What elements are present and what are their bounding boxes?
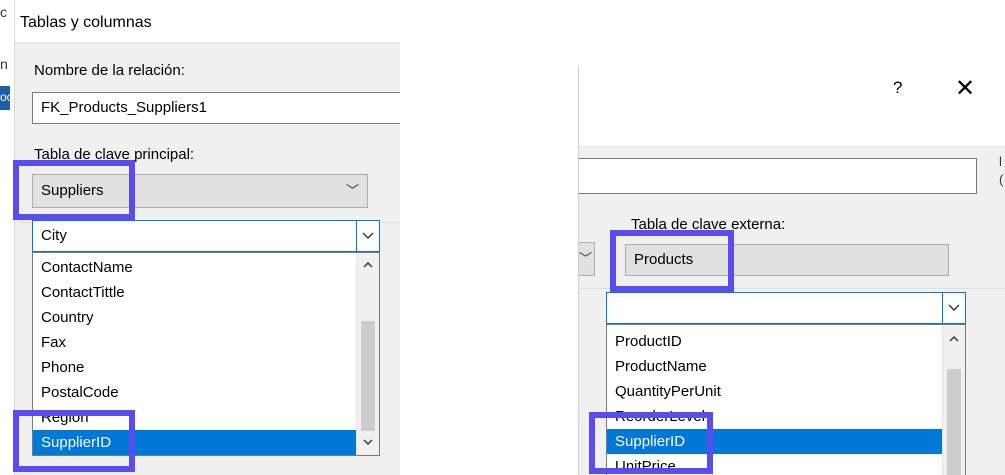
list-item[interactable]: PostalCode — [33, 380, 379, 405]
list-item[interactable]: Fax — [33, 330, 379, 355]
dialog-title: Tablas y columnas — [20, 14, 152, 31]
edge-fragment: n — [0, 56, 8, 72]
chevron-down-icon: ﹀ — [345, 183, 359, 198]
background-window-edge: c n oc — [0, 0, 15, 475]
chevron-up-icon[interactable] — [943, 329, 965, 349]
left-dialog-crop: c n oc Tablas y columnas Nombre de la re… — [0, 0, 400, 475]
chevron-up-icon[interactable] — [357, 255, 379, 275]
foreign-column-combo[interactable] — [606, 292, 966, 324]
highlight-box-foreign-column — [589, 412, 713, 474]
list-scrollbar[interactable] — [942, 325, 965, 475]
right-dialog-crop: ? ✕ l ( ﹀ Tabla de clave externa: Produc… — [578, 66, 1005, 475]
chevron-down-icon: ﹀ — [578, 251, 592, 266]
edge-fragment: c — [0, 4, 7, 20]
close-button[interactable]: ✕ — [955, 74, 975, 103]
highlight-box-foreign-table — [610, 230, 734, 292]
list-scrollbar[interactable] — [356, 253, 379, 455]
edge-selection-fragment: oc — [0, 86, 13, 110]
chevron-down-icon[interactable] — [942, 293, 965, 323]
list-item[interactable]: ProductID — [607, 329, 965, 354]
chevron-down-icon[interactable] — [357, 433, 379, 453]
list-item[interactable]: ProductName — [607, 354, 965, 379]
relation-name-label: Nombre de la relación: — [34, 62, 185, 79]
right-dialog-header-area — [579, 110, 1005, 146]
primary-table-combo-continued[interactable]: ﹀ — [579, 242, 595, 276]
list-item[interactable]: QuantityPerUnit — [607, 379, 965, 404]
list-item[interactable]: Country — [33, 305, 379, 330]
list-item[interactable]: Phone — [33, 355, 379, 380]
primary-column-value: City — [41, 227, 67, 244]
scrollbar-thumb[interactable] — [947, 369, 961, 475]
help-button[interactable]: ? — [893, 78, 902, 98]
edge-fragment: oc — [0, 90, 13, 104]
list-item[interactable]: ContactTittle — [33, 280, 379, 305]
divider — [579, 146, 1005, 147]
chevron-down-icon[interactable] — [356, 221, 379, 251]
relation-name-input[interactable]: FK_Products_Suppliers1 — [32, 92, 400, 124]
highlight-box-primary-table — [13, 160, 135, 220]
right-dialog-titlebar — [579, 66, 1005, 111]
list-item[interactable]: ContactName — [33, 255, 379, 280]
scrollbar-thumb[interactable] — [361, 321, 375, 431]
relation-name-input-continued[interactable] — [579, 158, 977, 194]
highlight-box-primary-column — [13, 410, 135, 472]
edge-fragment: l ( — [999, 154, 1004, 187]
primary-column-combo[interactable]: City — [32, 220, 380, 252]
